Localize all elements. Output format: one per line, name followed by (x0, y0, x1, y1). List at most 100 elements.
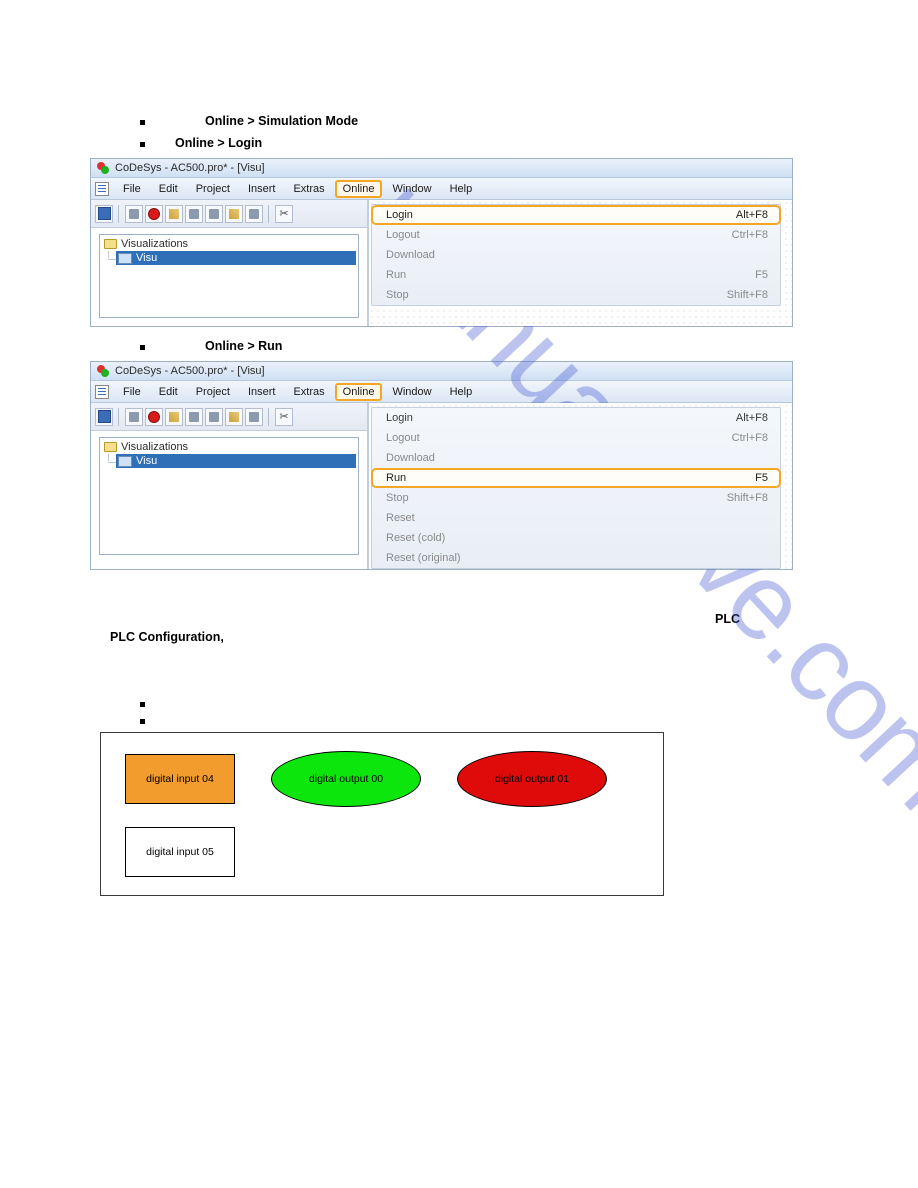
system-menu-icon[interactable] (95, 385, 109, 399)
toolbar-button[interactable] (165, 408, 183, 426)
toolbar-button[interactable] (185, 205, 203, 223)
bullet-run: Online > Run (140, 339, 808, 353)
menu-extras[interactable]: Extras (285, 180, 332, 198)
bullet-text: Online > Run (205, 339, 282, 353)
tree-item-visu[interactable]: Visu (116, 251, 356, 265)
shape-label: digital input 04 (146, 773, 214, 785)
menu-insert[interactable]: Insert (240, 180, 284, 198)
menu-extras[interactable]: Extras (285, 383, 332, 401)
stop-button[interactable] (145, 205, 163, 223)
tree-root-label: Visualizations (121, 238, 188, 250)
menu-window[interactable]: Window (384, 180, 439, 198)
menu-online[interactable]: Online (335, 180, 383, 198)
menu-item-stop[interactable]: StopShift+F8 (372, 488, 780, 508)
codesys-window-run: CoDeSys - AC500.pro* - [Visu] File Edit … (90, 361, 793, 570)
menu-item-download[interactable]: Download (372, 245, 780, 265)
bullet-text: Online > Login (175, 136, 262, 150)
menu-insert[interactable]: Insert (240, 383, 284, 401)
system-menu-icon[interactable] (95, 182, 109, 196)
toolbar-button[interactable] (205, 205, 223, 223)
tree-item-label: Visu (136, 455, 157, 467)
shape-digital-output-01[interactable]: digital output 01 (457, 751, 607, 807)
menu-project[interactable]: Project (188, 180, 238, 198)
left-pane: ✂ Visualizations Visu (91, 200, 367, 326)
folder-icon (104, 239, 117, 249)
folder-icon (104, 442, 117, 452)
menubar: File Edit Project Insert Extras Online W… (91, 381, 792, 403)
menu-item-reset-original[interactable]: Reset (original) (372, 548, 780, 568)
shape-label: digital output 01 (495, 773, 569, 785)
titlebar: CoDeSys - AC500.pro* - [Visu] (91, 159, 792, 178)
file-icon (118, 253, 132, 264)
codesys-window-login: CoDeSys - AC500.pro* - [Visu] File Edit … (90, 158, 793, 327)
tree-item-visu[interactable]: Visu (116, 454, 356, 468)
shape-digital-output-00[interactable]: digital output 00 (271, 751, 421, 807)
toolbar-button[interactable] (225, 205, 243, 223)
toolbar-button[interactable] (225, 408, 243, 426)
menu-item-login[interactable]: LoginAlt+F8 (371, 205, 781, 225)
menu-file[interactable]: File (115, 383, 149, 401)
toolbar-button[interactable] (205, 408, 223, 426)
toolbar-button[interactable] (125, 205, 143, 223)
menu-item-logout[interactable]: LogoutCtrl+F8 (372, 428, 780, 448)
menu-item-logout[interactable]: LogoutCtrl+F8 (372, 225, 780, 245)
app-icon (97, 365, 109, 377)
bullet-icon (140, 120, 145, 125)
online-menu-dropdown: LoginAlt+F8 LogoutCtrl+F8 Download RunF5… (371, 204, 781, 306)
titlebar: CoDeSys - AC500.pro* - [Visu] (91, 362, 792, 381)
menu-item-login[interactable]: LoginAlt+F8 (372, 408, 780, 428)
menu-item-run[interactable]: RunF5 (372, 265, 780, 285)
cut-button[interactable]: ✂ (275, 205, 293, 223)
work-area: LoginAlt+F8 LogoutCtrl+F8 Download RunF5… (367, 403, 792, 569)
menu-item-download[interactable]: Download (372, 448, 780, 468)
menu-project[interactable]: Project (188, 383, 238, 401)
menu-item-reset[interactable]: Reset (372, 508, 780, 528)
file-icon (118, 456, 132, 467)
cut-button[interactable]: ✂ (275, 408, 293, 426)
bullet-icon (140, 142, 145, 147)
left-pane: ✂ Visualizations Visu (91, 403, 367, 569)
shape-digital-input-04[interactable]: digital input 04 (125, 754, 235, 804)
save-button[interactable] (95, 408, 113, 426)
paragraph: PLC PLC Configuration, (110, 610, 770, 646)
shape-digital-input-05[interactable]: digital input 05 (125, 827, 235, 877)
menu-edit[interactable]: Edit (151, 180, 186, 198)
bullet-login: Online > Login (140, 136, 808, 150)
toolbar: ✂ (91, 200, 367, 228)
tree-panel: Visualizations Visu (99, 234, 359, 318)
menu-edit[interactable]: Edit (151, 383, 186, 401)
tree-root[interactable]: Visualizations (102, 440, 356, 454)
shape-label: digital output 00 (309, 773, 383, 785)
bullet-empty-1 (140, 698, 808, 707)
app-icon (97, 162, 109, 174)
toolbar-button[interactable] (125, 408, 143, 426)
menubar: File Edit Project Insert Extras Online W… (91, 178, 792, 200)
menu-help[interactable]: Help (442, 180, 481, 198)
bullet-text: Online > Simulation Mode (205, 114, 358, 128)
toolbar-button[interactable] (165, 205, 183, 223)
menu-file[interactable]: File (115, 180, 149, 198)
menu-online[interactable]: Online (335, 383, 383, 401)
tree-root-label: Visualizations (121, 441, 188, 453)
bullet-icon (140, 719, 145, 724)
online-menu-dropdown: LoginAlt+F8 LogoutCtrl+F8 Download RunF5… (371, 407, 781, 569)
bold-text: PLC Configuration, (0, 630, 224, 644)
bullet-sim-mode: Online > Simulation Mode (140, 114, 808, 128)
bullet-icon (140, 702, 145, 707)
window-title: CoDeSys - AC500.pro* - [Visu] (115, 365, 265, 377)
save-button[interactable] (95, 205, 113, 223)
bullet-icon (140, 345, 145, 350)
menu-help[interactable]: Help (442, 383, 481, 401)
bullet-empty-2 (140, 715, 808, 724)
menu-item-run[interactable]: RunF5 (371, 468, 781, 488)
tree-panel: Visualizations Visu (99, 437, 359, 555)
toolbar-button[interactable] (245, 408, 263, 426)
menu-item-reset-cold[interactable]: Reset (cold) (372, 528, 780, 548)
toolbar-button[interactable] (185, 408, 203, 426)
toolbar: ✂ (91, 403, 367, 431)
toolbar-button[interactable] (245, 205, 263, 223)
tree-root[interactable]: Visualizations (102, 237, 356, 251)
stop-button[interactable] (145, 408, 163, 426)
menu-item-stop[interactable]: StopShift+F8 (372, 285, 780, 305)
menu-window[interactable]: Window (384, 383, 439, 401)
